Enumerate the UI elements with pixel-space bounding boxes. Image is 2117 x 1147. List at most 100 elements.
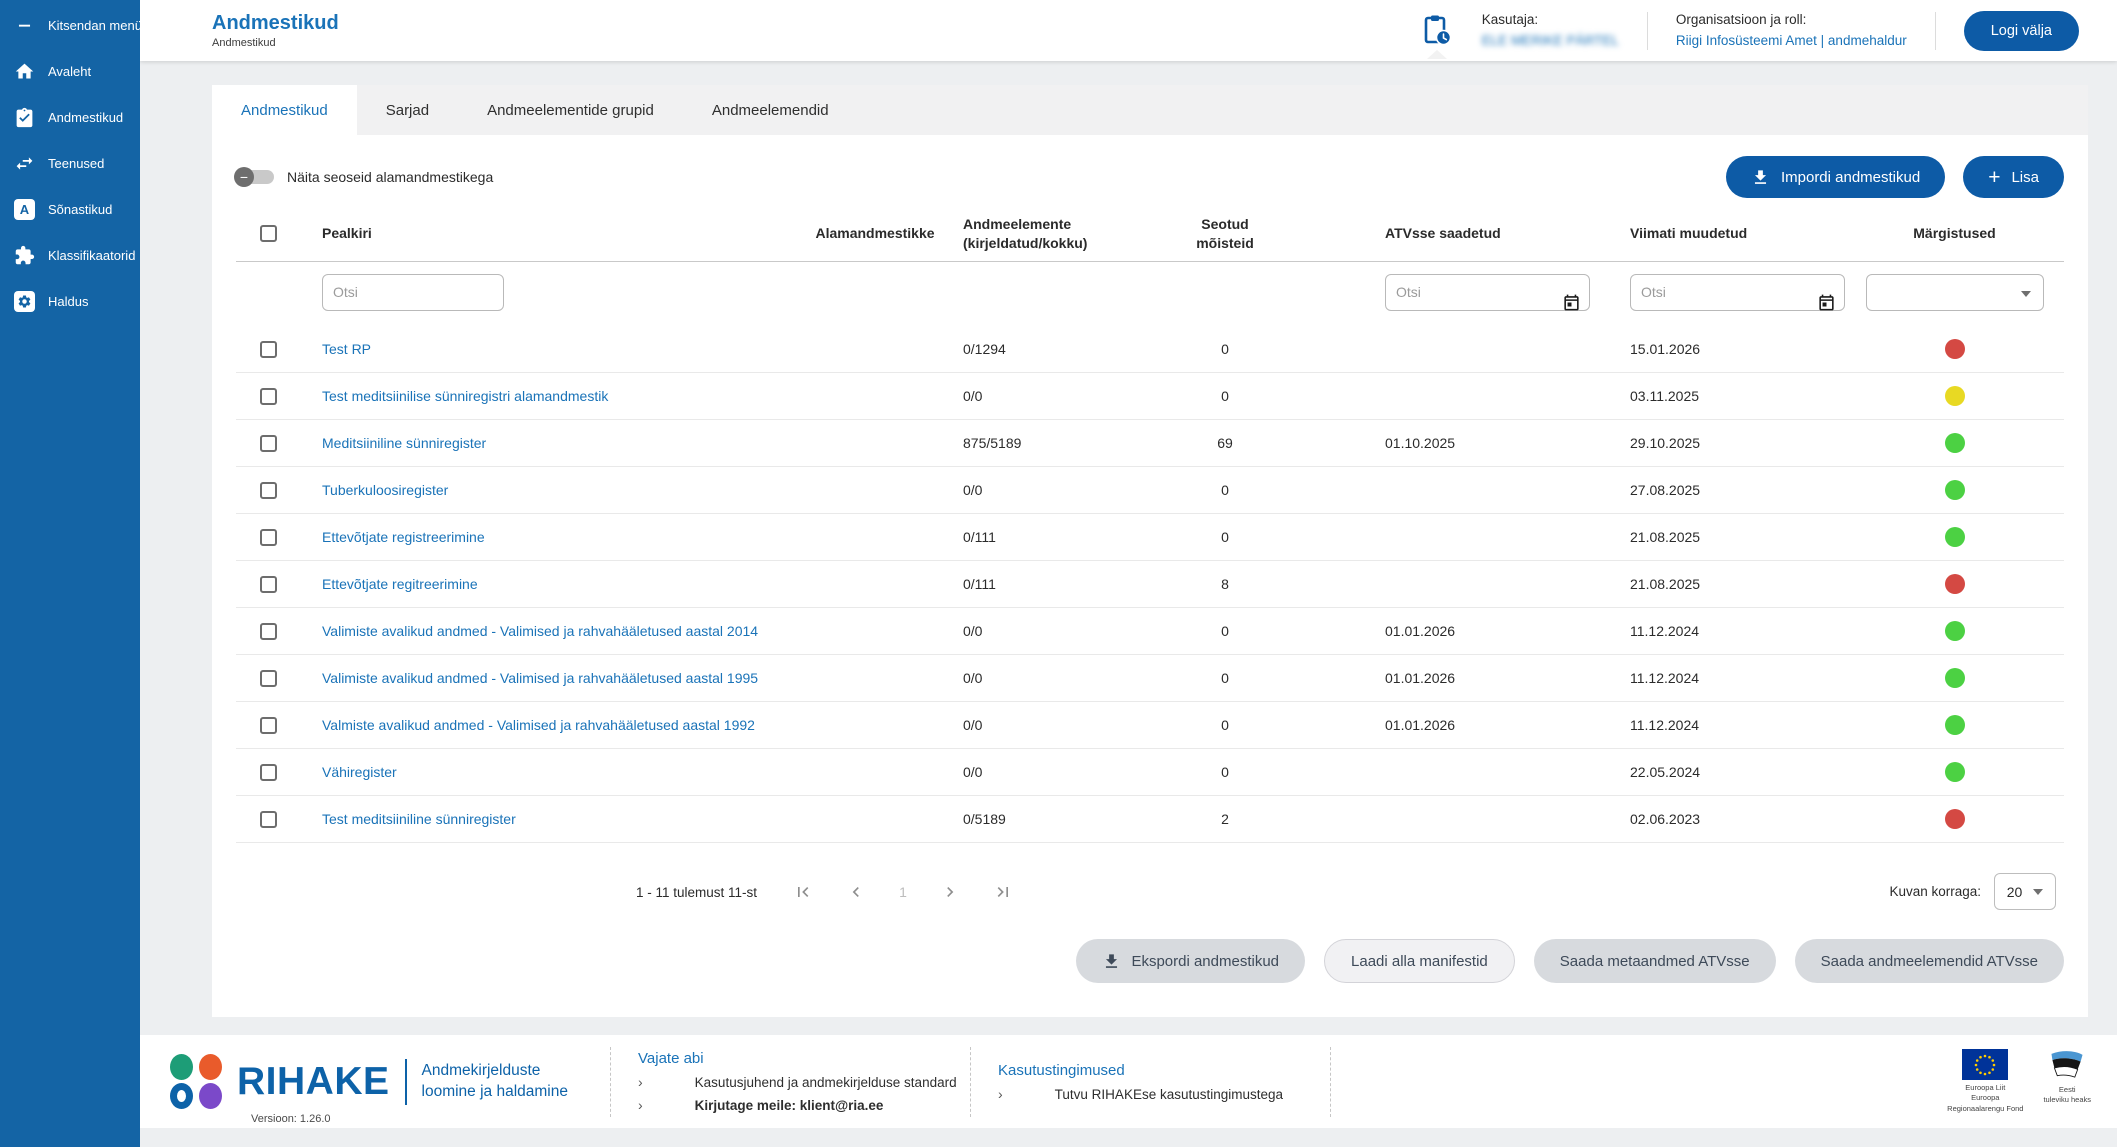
dataset-title-link[interactable]: Test RP bbox=[322, 335, 371, 364]
table-row: Meditsiiniline sünniregister 875/5189 69… bbox=[236, 420, 2064, 467]
first-page-icon[interactable] bbox=[793, 882, 813, 902]
atv-sent-cell: 01.01.2026 bbox=[1335, 717, 1590, 733]
modified-date-input[interactable] bbox=[1630, 274, 1845, 311]
status-filter-select[interactable] bbox=[1866, 274, 2044, 311]
concepts-cell: 0 bbox=[1115, 717, 1335, 733]
sidebar-item-avaleht[interactable]: Avaleht bbox=[0, 48, 140, 94]
home-icon bbox=[13, 60, 36, 83]
row-checkbox[interactable] bbox=[260, 764, 277, 781]
table-header: Pealkiri Alamandmestikke Andmeelemente (… bbox=[236, 206, 2064, 262]
plus-icon: + bbox=[1988, 167, 2000, 188]
previous-page-icon[interactable] bbox=[846, 882, 866, 902]
modified-cell: 29.10.2025 bbox=[1590, 435, 1845, 451]
elements-cell: 0/0 bbox=[950, 623, 1115, 639]
dataset-title-link[interactable]: Valimiste avalikud andmed - Valimised ja… bbox=[322, 664, 758, 693]
saada-andmeelemendid-atvsse-button[interactable]: Saada andmeelemendid ATVsse bbox=[1795, 939, 2064, 983]
elements-cell: 0/111 bbox=[950, 529, 1115, 545]
dataset-title-link[interactable]: Test meditsiiniline sünniregister bbox=[322, 805, 516, 834]
tab-sarjad[interactable]: Sarjad bbox=[357, 85, 458, 135]
sidebar-item-sonastikud[interactable]: A Sõnastikud bbox=[0, 186, 140, 232]
dataset-title-link[interactable]: Test meditsiinilise sünniregistri alaman… bbox=[322, 382, 608, 411]
footer-link[interactable]: › Tutvu RIHAKEse kasutustingimustega bbox=[998, 1086, 1330, 1102]
laadi-alla-manifestid-button[interactable]: Laadi alla manifestid bbox=[1324, 939, 1515, 983]
dataset-title-link[interactable]: Valmiste avalikud andmed - Valimised ja … bbox=[322, 711, 755, 740]
concepts-cell: 2 bbox=[1115, 811, 1335, 827]
saada-metaandmed-atvsse-button[interactable]: Saada metaandmed ATVsse bbox=[1534, 939, 1776, 983]
row-checkbox[interactable] bbox=[260, 576, 277, 593]
toolbar-buttons: Impordi andmestikud + Lisa bbox=[1726, 156, 2064, 198]
org-label: Organisatsioon ja roll: bbox=[1676, 12, 1907, 28]
logout-button[interactable]: Logi välja bbox=[1964, 11, 2079, 51]
dataset-title-link[interactable]: Valimiste avalikud andmed - Valimised ja… bbox=[322, 617, 758, 646]
row-checkbox[interactable] bbox=[260, 435, 277, 452]
version-label: Versioon: 1.26.0 bbox=[251, 1113, 331, 1125]
ekspordi-andmestikud-button[interactable]: Ekspordi andmestikud bbox=[1076, 939, 1305, 983]
column-atvsse-saadetud: ATVsse saadetud bbox=[1335, 224, 1590, 243]
atv-date-input[interactable] bbox=[1385, 274, 1590, 311]
select-all-checkbox[interactable] bbox=[260, 225, 277, 242]
row-checkbox[interactable] bbox=[260, 388, 277, 405]
card-body: − Näita seoseid alamandmestikega Impordi… bbox=[212, 135, 2088, 1017]
rihake-logo: RIHAKE Andmekirjelduste loomine ja halda… bbox=[170, 1052, 568, 1112]
org-value[interactable]: Riigi Infosüsteemi Amet | andmehaldur bbox=[1676, 33, 1907, 49]
atv-sent-cell: 01.01.2026 bbox=[1335, 623, 1590, 639]
calendar-icon bbox=[1562, 293, 1581, 312]
collapse-icon bbox=[13, 14, 36, 37]
row-checkbox[interactable] bbox=[260, 529, 277, 546]
modified-cell: 11.12.2024 bbox=[1590, 623, 1845, 639]
user-name: ELE MERIKE PÄRTEL bbox=[1482, 33, 1619, 49]
help-title: Vajate abi bbox=[638, 1050, 970, 1067]
eu-flag-caption: Euroopa Liit Euroopa Regionaalarengu Fon… bbox=[1947, 1083, 2023, 1113]
dataset-title-link[interactable]: Meditsiiniline sünniregister bbox=[322, 429, 486, 458]
concepts-cell: 0 bbox=[1115, 764, 1335, 780]
sidebar-item-haldus[interactable]: Haldus bbox=[0, 278, 140, 324]
toggle-switch-icon[interactable]: − bbox=[236, 167, 274, 187]
modified-cell: 11.12.2024 bbox=[1590, 717, 1845, 733]
page-size-select[interactable]: 20 bbox=[1994, 873, 2056, 910]
calendar-icon bbox=[1817, 293, 1836, 312]
pagination: 1 - 11 tulemust 11-st 1 Kuvan korraga: 2… bbox=[236, 871, 2064, 913]
add-button[interactable]: + Lisa bbox=[1963, 156, 2064, 198]
sidebar-item-andmestikud[interactable]: Andmestikud bbox=[0, 94, 140, 140]
elements-cell: 0/111 bbox=[950, 576, 1115, 592]
row-checkbox[interactable] bbox=[260, 341, 277, 358]
next-page-icon[interactable] bbox=[940, 882, 960, 902]
column-viimati-muudetud: Viimati muudetud bbox=[1590, 224, 1845, 243]
dataset-title-link[interactable]: Ettevõtjate registreerimine bbox=[322, 523, 485, 552]
row-checkbox[interactable] bbox=[260, 623, 277, 640]
concepts-cell: 8 bbox=[1115, 576, 1335, 592]
row-checkbox[interactable] bbox=[260, 482, 277, 499]
table-row: Valimiste avalikud andmed - Valimised ja… bbox=[236, 655, 2064, 702]
dataset-title-link[interactable]: Vähiregister bbox=[322, 758, 397, 787]
status-dot bbox=[1945, 386, 1965, 406]
dataset-title-link[interactable]: Tuberkuloosiregister bbox=[322, 476, 448, 505]
tab-andmestikud[interactable]: Andmestikud bbox=[212, 85, 357, 135]
table-row: Vähiregister 0/0 0 22.05.2024 bbox=[236, 749, 2064, 796]
row-checkbox[interactable] bbox=[260, 717, 277, 734]
import-datasets-button[interactable]: Impordi andmestikud bbox=[1726, 156, 1945, 198]
eu-logos: Euroopa Liit Euroopa Regionaalarengu Fon… bbox=[1947, 1049, 2091, 1113]
row-checkbox[interactable] bbox=[260, 811, 277, 828]
dataset-title-link[interactable]: Ettevõtjate regitreerimine bbox=[322, 570, 478, 599]
page-number[interactable]: 1 bbox=[899, 884, 907, 900]
tab-andmeelementide-grupid[interactable]: Andmeelementide grupid bbox=[458, 85, 683, 135]
sidebar-item-kitsendan-menuu[interactable]: Kitsendan menüü bbox=[0, 2, 140, 48]
show-subdatasets-toggle[interactable]: − Näita seoseid alamandmestikega bbox=[236, 167, 493, 187]
sidebar-item-teenused[interactable]: Teenused bbox=[0, 140, 140, 186]
last-page-icon[interactable] bbox=[993, 882, 1013, 902]
footer-link[interactable]: › Kirjutage meile: klient@ria.ee bbox=[638, 1097, 970, 1113]
title-search-input[interactable] bbox=[322, 274, 504, 311]
page-size-label: Kuvan korraga: bbox=[1889, 884, 1981, 899]
row-checkbox[interactable] bbox=[260, 670, 277, 687]
footer-link[interactable]: › Kasutusjuhend ja andmekirjelduse stand… bbox=[638, 1074, 970, 1090]
gear-icon bbox=[13, 290, 36, 313]
clipboard-clock-icon[interactable] bbox=[1420, 14, 1454, 48]
status-dot bbox=[1945, 762, 1965, 782]
page-size-value: 20 bbox=[2007, 884, 2023, 900]
chevron-right-icon: › bbox=[638, 1074, 643, 1090]
tab-andmeelemendid[interactable]: Andmeelemendid bbox=[683, 85, 858, 135]
sidebar-item-klassifikaatorid[interactable]: Klassifikaatorid bbox=[0, 232, 140, 278]
filter-row bbox=[236, 262, 2064, 326]
clipboard-check-icon bbox=[13, 106, 36, 129]
divider bbox=[1935, 12, 1936, 50]
